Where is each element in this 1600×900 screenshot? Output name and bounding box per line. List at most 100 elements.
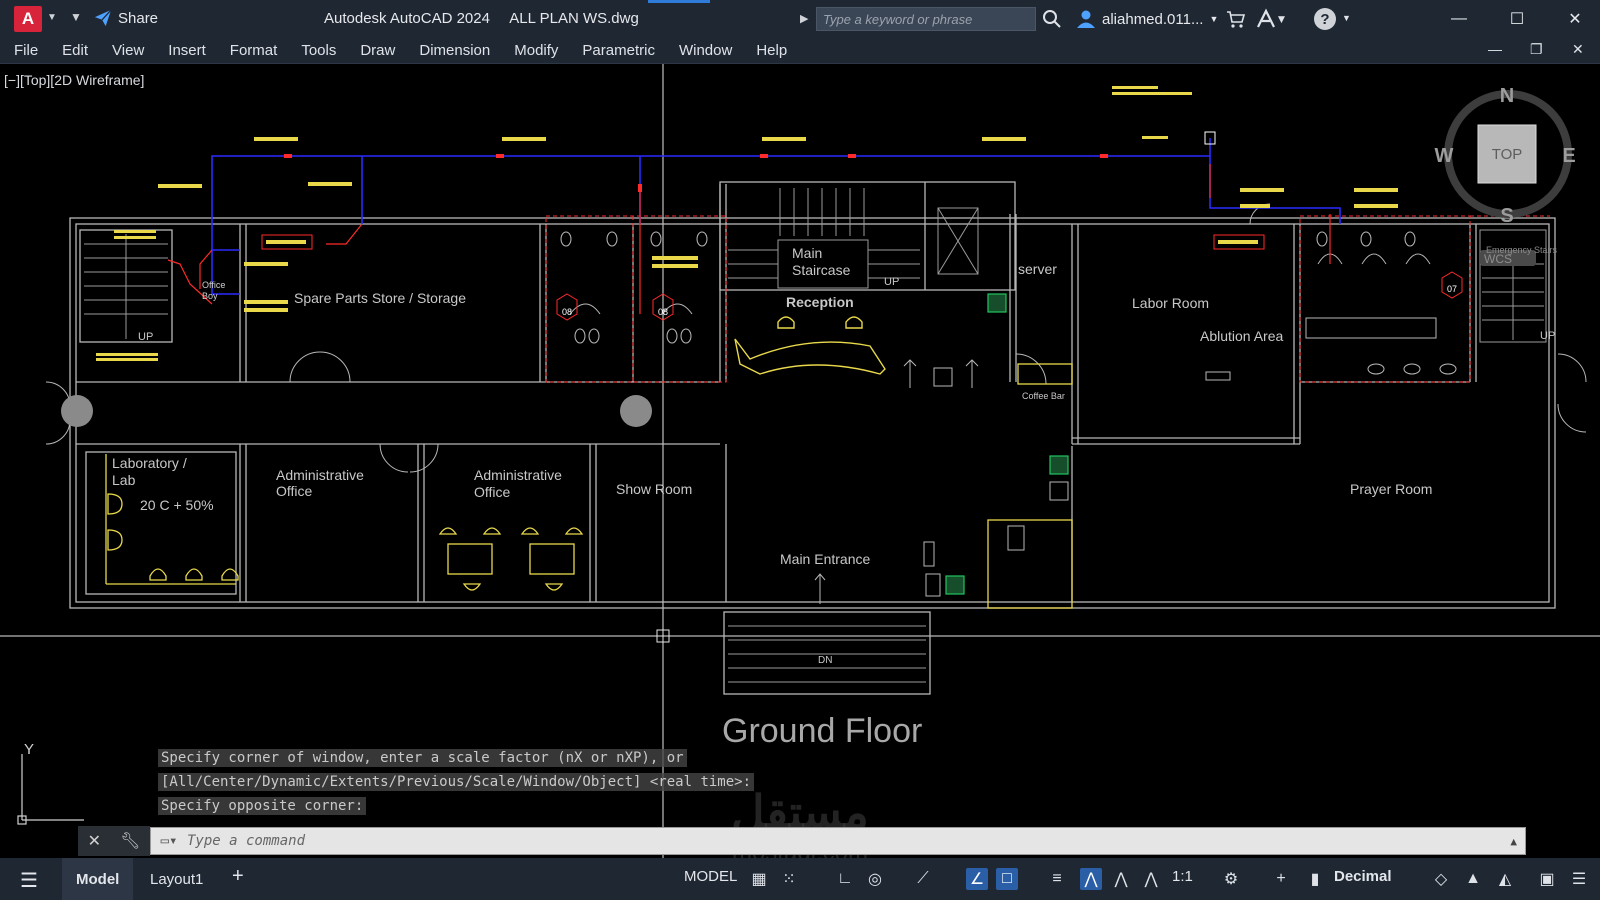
snap-icon[interactable]: ⁙ (778, 868, 800, 890)
quick-access-toolbar-icon[interactable]: ▼ (70, 10, 82, 24)
plants (945, 293, 1069, 595)
view-cube-top[interactable]: TOP (1492, 146, 1523, 163)
room-label-admin-2b: Office (474, 484, 511, 500)
minimize-button[interactable]: — (1444, 6, 1474, 32)
menu-parametric[interactable]: Parametric (582, 42, 655, 59)
left-stair-treads (84, 234, 168, 339)
menu-tools[interactable]: Tools (301, 42, 336, 59)
drawing-viewport[interactable]: 08 08 07 TOP N S E W WCS Spare Parts Sto… (0, 64, 1600, 858)
annotation-scale[interactable]: 1:1 (1172, 868, 1193, 885)
tab-model[interactable]: Model (62, 858, 134, 900)
close-icon[interactable]: ✕ (88, 831, 101, 851)
menu-file[interactable]: File (14, 42, 38, 59)
isolate-objects-icon[interactable]: ◭ (1494, 868, 1516, 890)
menu-bar: File Edit View Insert Format Tools Draw … (0, 38, 1600, 64)
search-input[interactable]: Type a keyword or phrase (816, 7, 1036, 31)
user-account-menu[interactable]: aliahmed.011... ▼ (1076, 9, 1218, 29)
close-button[interactable]: ✕ (1560, 6, 1590, 32)
chevron-down-icon[interactable]: ▼ (1342, 13, 1351, 23)
customize-icon[interactable]: ☰ (1568, 868, 1590, 890)
valve-markers (284, 154, 1108, 192)
room-label-staircase: Main (792, 245, 822, 261)
room-label-boy: Boy (202, 291, 218, 301)
room-label-spare-parts: Spare Parts Store / Storage (294, 290, 466, 306)
room-label-staircase-2: Staircase (792, 262, 851, 278)
search-icon[interactable] (1042, 9, 1062, 33)
entrance-stair-treads (728, 625, 926, 683)
drawing-restore-button[interactable]: ❐ (1530, 41, 1543, 58)
compass-west[interactable]: W (1435, 145, 1454, 167)
lock-ui-icon[interactable]: ▲ (1462, 868, 1484, 890)
polar-tracking-icon[interactable]: ◎ (864, 868, 886, 890)
fullscreen-icon[interactable]: ▣ (1536, 868, 1558, 890)
user-name: aliahmed.011... (1102, 10, 1204, 28)
room-label-reception: Reception (786, 294, 854, 310)
menu-window[interactable]: Window (679, 42, 732, 59)
lineweight-icon[interactable]: ≡ (1046, 868, 1068, 890)
add-layout-icon[interactable]: + (232, 865, 244, 888)
object-snap-tracking-icon[interactable]: ∠ (966, 868, 988, 890)
room-label-lab: Laboratory / (112, 455, 187, 471)
command-input[interactable]: ▭▾ Type a command ▲ (150, 827, 1526, 855)
compass-south[interactable]: S (1500, 205, 1513, 227)
lab-note: 20 C + 50% (140, 497, 214, 513)
chevron-down-icon[interactable]: ▼ (47, 12, 57, 23)
gear-icon[interactable]: ⚙ (1220, 868, 1242, 890)
command-history-toggle-icon[interactable]: ▲ (1510, 835, 1517, 848)
menu-insert[interactable]: Insert (168, 42, 206, 59)
column-center (620, 395, 652, 427)
quick-properties-icon[interactable]: ◇ (1430, 868, 1452, 890)
cart-icon[interactable] (1226, 9, 1246, 33)
app-menu-button[interactable]: A (14, 6, 42, 32)
wc-tag-number: 08 (658, 307, 668, 317)
maximize-button[interactable]: ☐ (1502, 6, 1532, 32)
model-space-toggle[interactable]: MODEL (684, 868, 737, 885)
menu-dimension[interactable]: Dimension (419, 42, 490, 59)
ortho-icon[interactable]: ∟ (834, 868, 856, 890)
user-icon (1077, 10, 1095, 28)
wc-fixtures (560, 231, 1457, 375)
title-bar: A ▼ ▼ Share Autodesk AutoCAD 2024 ALL PL… (0, 0, 1600, 38)
autodesk-app-icon[interactable]: ▼ (1256, 8, 1290, 34)
window-title: Autodesk AutoCAD 2024 ALL PLAN WS.dwg (324, 10, 655, 27)
command-line-tools: ✕ 🔧︎ (78, 826, 150, 856)
auto-scale-icon[interactable]: ⋀ (1110, 868, 1132, 890)
compass-east[interactable]: E (1562, 145, 1575, 167)
tab-layout1[interactable]: Layout1 (136, 858, 217, 900)
pipe-tag-box-text (266, 240, 1258, 244)
annotation-visibility-icon[interactable]: ⋀ (1080, 868, 1102, 890)
column-left (61, 395, 93, 427)
units-selector[interactable]: Decimal (1334, 868, 1392, 885)
annotation-scale-icon[interactable]: ⋀ (1140, 868, 1162, 890)
autocad-window: A ▼ ▼ Share Autodesk AutoCAD 2024 ALL PL… (0, 0, 1600, 900)
room-label-labor-room: Labor Room (1132, 295, 1209, 311)
room-label-lab-2: Lab (112, 472, 136, 488)
command-prompt-icon[interactable]: ▭▾ (151, 833, 187, 849)
menu-edit[interactable]: Edit (62, 42, 88, 59)
menu-help[interactable]: Help (756, 42, 787, 59)
object-snap-icon[interactable]: □ (996, 868, 1018, 890)
plus-icon[interactable]: + (1270, 868, 1292, 890)
menu-modify[interactable]: Modify (514, 42, 558, 59)
menu-format[interactable]: Format (230, 42, 278, 59)
room-label-admin-2: Administrative (474, 467, 562, 483)
help-icon[interactable]: ? (1314, 8, 1336, 30)
room-labels: Spare Parts Store / Storage Office Boy L… (112, 245, 1558, 666)
grid-icon[interactable]: ▦ (748, 868, 770, 890)
room-label-ablution: Ablution Area (1200, 328, 1283, 344)
compass-north[interactable]: N (1500, 85, 1514, 107)
menu-draw[interactable]: Draw (360, 42, 395, 59)
drawing-minimize-button[interactable]: — (1488, 41, 1502, 57)
expand-icon[interactable]: ▶ (800, 12, 808, 25)
share-label: Share (118, 9, 159, 27)
app-name: Autodesk AutoCAD 2024 (324, 10, 490, 27)
hamburger-icon[interactable]: ☰ (20, 868, 38, 893)
share-button[interactable]: Share (94, 9, 158, 27)
units-icon[interactable]: ▮ (1304, 868, 1326, 890)
isodraft-icon[interactable]: ⟋ (912, 868, 934, 890)
drawing-close-button[interactable]: ✕ (1572, 41, 1584, 58)
menu-view[interactable]: View (112, 42, 144, 59)
viewport-controls[interactable]: [−][Top][2D Wireframe] (4, 72, 144, 88)
wc-tag-number: 08 (562, 307, 572, 317)
wrench-icon[interactable]: 🔧︎ (120, 831, 140, 851)
